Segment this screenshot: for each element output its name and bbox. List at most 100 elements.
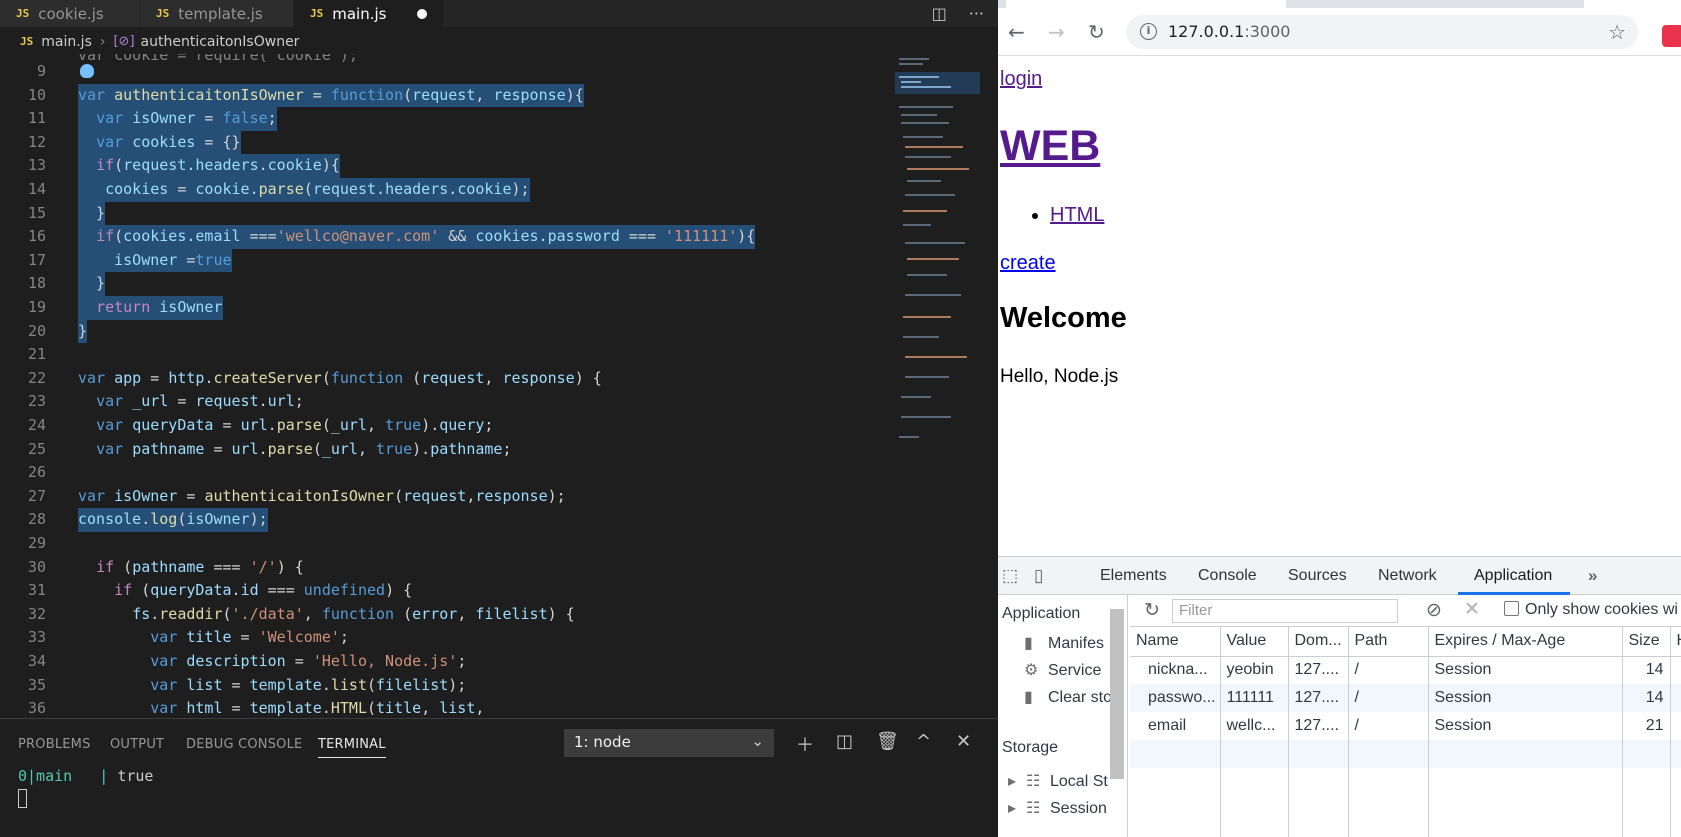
breadcrumb-file[interactable]: main.js xyxy=(41,34,92,50)
code-line: 30 if (pathname === '/') { xyxy=(27,557,304,576)
trash-icon[interactable]: 🗑 xyxy=(876,731,899,752)
inspect-element-icon[interactable]: ⬚ xyxy=(1002,566,1018,586)
tab-template-js[interactable]: JS template.js xyxy=(140,0,294,27)
unsaved-dot-icon[interactable] xyxy=(417,9,427,19)
code-line: 19 return isOwner xyxy=(0,296,890,320)
tab-sources[interactable]: Sources xyxy=(1288,567,1347,585)
browser-tab[interactable] xyxy=(1584,0,1681,8)
code-line: 28 console.log(isOwner); xyxy=(0,508,890,532)
delete-selected-icon[interactable]: ✕ xyxy=(1464,598,1480,621)
device-toolbar-icon[interactable]: ▯ xyxy=(1034,566,1043,586)
sidebar-item-clear-storage[interactable]: ▮ Clear sto xyxy=(1024,687,1112,707)
page-description: Hello, Node.js xyxy=(1000,366,1119,387)
gear-icon: ⚙ xyxy=(1024,662,1039,679)
topic-link-html[interactable]: HTML xyxy=(1050,204,1104,226)
clear-all-icon[interactable]: ⊘ xyxy=(1426,599,1442,622)
table-row[interactable]: passwo... 111111 127.... / Session 14 xyxy=(1130,684,1681,712)
lightbulb-icon[interactable] xyxy=(80,64,94,78)
tab-application[interactable]: Application xyxy=(1474,567,1552,585)
split-terminal-icon[interactable]: ◫ xyxy=(836,731,853,752)
maximize-panel-icon[interactable]: ^ xyxy=(916,731,931,752)
column-header-domain[interactable]: Dom... xyxy=(1288,627,1349,657)
info-icon[interactable]: i xyxy=(1140,23,1157,40)
tab-label: main.js xyxy=(332,4,387,23)
code-line: 16 if(cookies.email ==='wellco@naver.com… xyxy=(0,225,890,249)
reload-icon[interactable]: ↻ xyxy=(1088,20,1105,44)
filter-input[interactable]: Filter xyxy=(1172,599,1398,623)
sidebar-item-service-workers[interactable]: ⚙ Service xyxy=(1024,660,1101,680)
bookmark-star-icon[interactable]: ☆ xyxy=(1608,20,1626,44)
tab-network[interactable]: Network xyxy=(1378,567,1437,585)
forward-arrow-icon[interactable]: → xyxy=(1048,20,1065,44)
checkbox[interactable] xyxy=(1504,601,1519,616)
column-header-name[interactable]: Name xyxy=(1130,627,1221,657)
topic-list: HTML xyxy=(1026,204,1104,227)
code-line: 32 fs.readdir('./data', function (error,… xyxy=(27,604,575,623)
cookie-toolbar: ↻ Filter ⊘ ✕ Only show cookies wi xyxy=(1130,595,1681,627)
url-text[interactable]: 127.0.0.1:3000 xyxy=(1168,22,1290,41)
log-value: true xyxy=(117,767,154,785)
tab-terminal[interactable]: TERMINAL xyxy=(318,737,386,758)
bottom-panel: PROBLEMS OUTPUT DEBUG CONSOLE TERMINAL 1… xyxy=(0,718,998,837)
table-icon: ☷ xyxy=(1026,773,1041,790)
site-title-link[interactable]: WEB xyxy=(1000,122,1100,171)
sidebar-item-session-storage[interactable]: ▸ ☷ Session xyxy=(1008,798,1107,818)
new-terminal-icon[interactable]: ＋ xyxy=(796,731,814,757)
code-line: 12 var cookies = {} xyxy=(0,130,890,155)
code-line: 24 var queryData = url.parse(_url, true)… xyxy=(27,416,494,434)
more-actions-icon[interactable]: ··· xyxy=(969,4,984,23)
sidebar-item-local-storage[interactable]: ▸ ☷ Local St xyxy=(1008,771,1108,791)
chevron-right-icon: › xyxy=(99,33,106,50)
terminal-select[interactable]: 1: node ⌄ xyxy=(564,729,774,757)
split-editor-icon[interactable]: ◫ xyxy=(932,4,947,23)
refresh-icon[interactable]: ↻ xyxy=(1144,599,1160,622)
browser-tab[interactable] xyxy=(1006,0,1286,8)
code-line: 23 var _url = request.url; xyxy=(27,392,304,411)
tab-console[interactable]: Console xyxy=(1198,567,1257,585)
close-panel-icon[interactable]: ✕ xyxy=(956,731,971,752)
terminal-output[interactable]: 0|main | true xyxy=(18,765,153,809)
column-header-httponly[interactable]: H xyxy=(1670,627,1681,657)
devtools-tab-bar: ⬚ ▯ Elements Console Sources Network App… xyxy=(998,557,1681,595)
table-row[interactable]: nickna... yeobin 127.... / Session 14 xyxy=(1130,656,1681,684)
login-link[interactable]: login xyxy=(1000,68,1042,91)
only-issues-checkbox[interactable]: Only show cookies wi xyxy=(1504,601,1678,619)
address-bar[interactable]: i 127.0.0.1:3000 ☆ xyxy=(1126,15,1638,49)
tab-elements[interactable]: Elements xyxy=(1100,567,1167,585)
terminal-cursor xyxy=(18,789,27,808)
column-header-value[interactable]: Value xyxy=(1220,627,1289,657)
sidebar-scrollbar[interactable] xyxy=(1110,609,1124,779)
code-line: 26 xyxy=(27,463,46,482)
browser-window: ← → ↻ i 127.0.0.1:3000 ☆ login WEB HTML … xyxy=(998,0,1681,837)
tab-debug-console[interactable]: DEBUG CONSOLE xyxy=(186,737,302,752)
create-link[interactable]: create xyxy=(1000,252,1056,275)
tab-label: cookie.js xyxy=(38,4,104,23)
tab-problems[interactable]: PROBLEMS xyxy=(18,737,91,752)
expand-arrow-icon[interactable]: ▸ xyxy=(1008,771,1020,791)
browser-toolbar: ← → ↻ i 127.0.0.1:3000 ☆ xyxy=(998,8,1681,56)
js-file-icon: JS xyxy=(156,7,170,20)
breadcrumb-symbol[interactable]: authenticaitonIsOwner xyxy=(141,34,300,50)
tab-main-js[interactable]: JS main.js xyxy=(294,0,444,27)
code-line: 9 xyxy=(0,60,890,84)
js-file-icon: JS xyxy=(16,7,30,20)
code-area[interactable]: var cookie = require('cookie'); 9 10 var … xyxy=(0,54,998,718)
column-header-path[interactable]: Path xyxy=(1348,627,1429,657)
tab-output[interactable]: OUTPUT xyxy=(110,737,164,752)
column-header-expires[interactable]: Expires / Max-Age xyxy=(1428,627,1623,657)
table-row[interactable] xyxy=(1130,740,1681,768)
tab-cookie-js[interactable]: JS cookie.js xyxy=(0,0,140,27)
code-line: 15 } xyxy=(0,201,890,226)
table-row[interactable]: email wellc... 127.... / Session 21 xyxy=(1130,712,1681,740)
more-tabs-icon[interactable]: » xyxy=(1588,566,1597,586)
sidebar-header-storage: Storage xyxy=(1002,739,1059,756)
terminal-select-value: 1: node xyxy=(574,733,631,751)
expand-arrow-icon[interactable]: ▸ xyxy=(1008,798,1020,818)
extension-icon[interactable] xyxy=(1662,25,1681,47)
minimap[interactable] xyxy=(895,54,980,454)
back-arrow-icon[interactable]: ← xyxy=(1008,20,1025,44)
column-header-size[interactable]: Size xyxy=(1622,627,1671,657)
sidebar-item-manifest[interactable]: ▮ Manifes xyxy=(1024,633,1104,653)
file-icon: ▮ xyxy=(1024,635,1033,652)
code-line: 34 var description = 'Hello, Node.js'; xyxy=(27,652,467,670)
